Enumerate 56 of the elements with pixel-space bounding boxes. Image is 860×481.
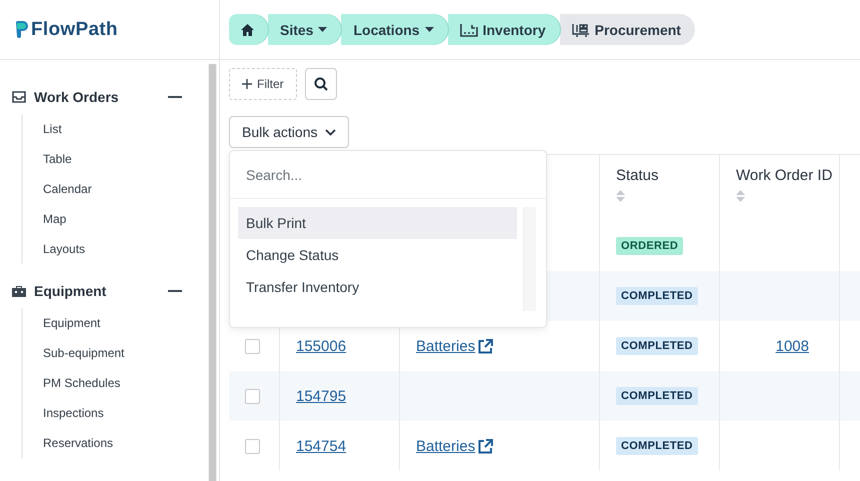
caret-icon [318,27,328,32]
sidebar-item[interactable]: Table [43,144,208,174]
sidebar-item[interactable]: Map [43,204,208,234]
work-order-link[interactable]: 1008 [776,338,809,354]
item-id-link[interactable]: 154754 [296,438,346,454]
search-icon [314,77,328,91]
cart-icon [572,22,590,36]
sidebar-item[interactable]: Reservations [43,428,208,458]
toolbox-icon [12,285,26,297]
row-checkbox[interactable] [245,388,260,404]
breadcrumb-item[interactable] [229,14,268,45]
chevron-down-icon [325,128,336,136]
home-icon [241,24,254,36]
part-link[interactable]: Batteries [416,438,494,454]
menu-item[interactable]: Bulk Print [238,207,517,239]
status-badge: COMPLETED [616,337,698,355]
inbox-icon [12,91,26,103]
sidebar-item[interactable]: Layouts [43,234,208,264]
breadcrumb-item[interactable]: Locations [341,14,448,45]
sort-icon[interactable] [616,190,625,202]
bulk-actions-dropdown[interactable]: Bulk actions [229,116,350,148]
row-checkbox[interactable] [245,438,260,454]
filter-button[interactable]: Filter [229,68,297,100]
external-link-icon [478,338,494,354]
breadcrumb-item[interactable]: Inventory [448,14,560,45]
external-link-icon [478,438,494,454]
sidebar-item[interactable]: Inspections [43,398,208,428]
search-field[interactable]: Search... [230,151,546,199]
breadcrumb-item[interactable]: Procurement [560,14,695,45]
status-badge: COMPLETED [616,287,698,305]
sidebar-item[interactable]: Calendar [43,174,208,204]
logo-text: FlowPath [31,18,118,40]
item-id-link[interactable]: 154795 [296,388,346,404]
sidebar-item[interactable]: List [43,114,208,144]
sidebar-item[interactable]: Sub-equipment [43,338,208,368]
breadcrumb-item[interactable]: Sites [268,14,342,45]
sidebar-item[interactable]: PM Schedules [43,368,208,398]
status-badge: ORDERED [616,237,684,255]
status-badge: COMPLETED [616,387,698,405]
search-button[interactable] [304,68,337,100]
search-input[interactable]: Search... [246,166,530,182]
column-header: Status [616,167,659,184]
item-id-link[interactable]: 155006 [296,338,346,354]
caret-icon [424,27,434,32]
status-badge: COMPLETED [616,437,698,455]
column-header: Work Order ID [736,167,832,184]
shelf-icon [460,22,478,36]
section-title[interactable]: Work Orders [34,89,160,105]
row-checkbox[interactable] [245,338,260,354]
sort-icon[interactable] [736,190,745,202]
part-link[interactable]: Batteries [416,338,494,354]
plus-icon [242,79,252,89]
sidebar-item[interactable]: Equipment [43,308,208,338]
logo-icon [16,21,28,38]
scrollbar[interactable] [208,64,217,481]
section-title[interactable]: Equipment [34,283,160,299]
